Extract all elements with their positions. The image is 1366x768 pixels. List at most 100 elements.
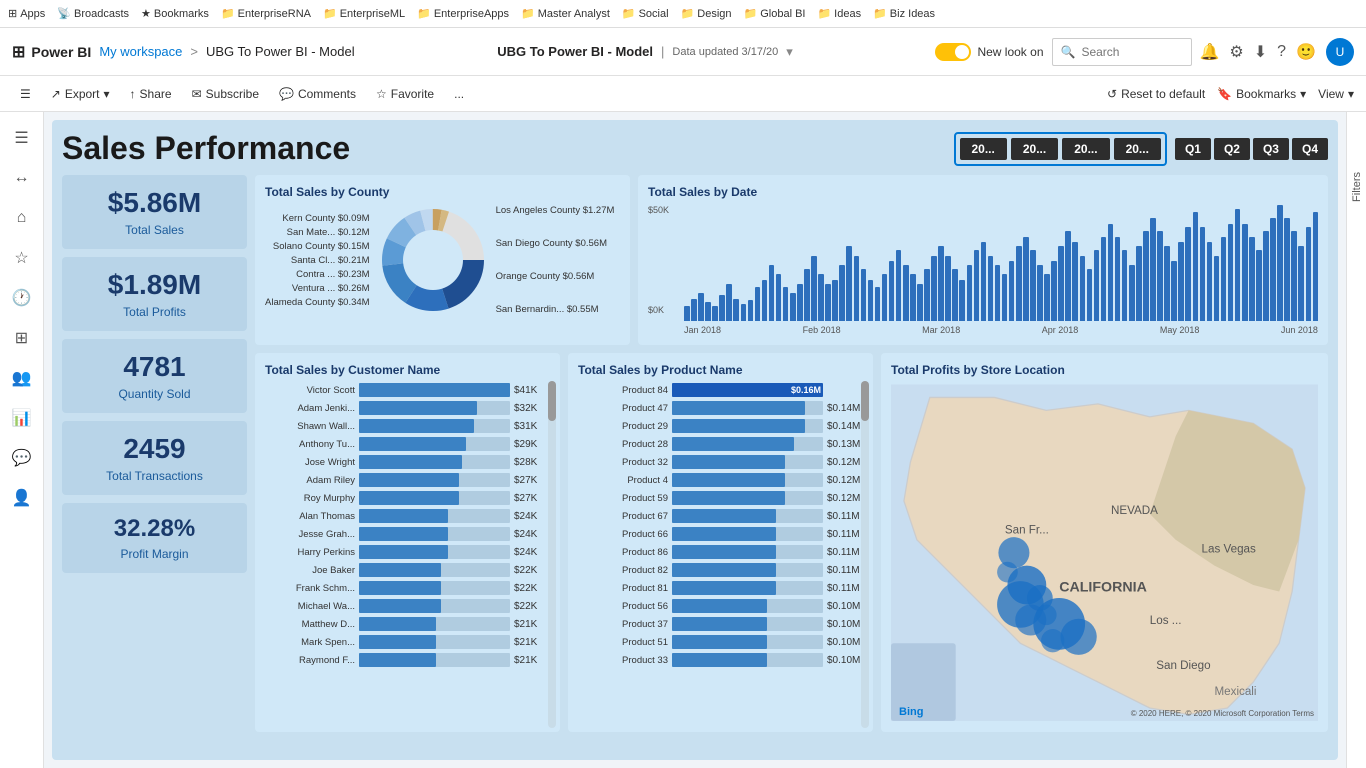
date-bar [1207, 242, 1213, 321]
folder-icon-2: 📁 [323, 7, 337, 20]
cust-bar-bg [359, 455, 510, 469]
search-icon: 🔍 [1061, 45, 1076, 59]
sidebar-home-icon[interactable]: ⌂ [4, 200, 40, 236]
comments-button[interactable]: 💬 Comments [271, 83, 364, 105]
sidebar-apps-icon[interactable]: ⊞ [4, 320, 40, 356]
notification-icon[interactable]: 🔔 [1200, 42, 1220, 62]
product-scrollbar-track[interactable] [861, 381, 869, 728]
total-transactions-card: 2459 Total Transactions [62, 421, 247, 495]
cust-name: Joe Baker [265, 565, 355, 576]
header-icons: 🔔 ⚙ ⬇ ? 🙂 U [1200, 38, 1355, 66]
search-box[interactable]: 🔍 [1052, 38, 1192, 66]
prod-value: $0.11M [827, 547, 863, 558]
sidebar-profile-icon[interactable]: 👤 [4, 480, 40, 516]
county-chart: Total Sales by County Kern County $0.09M… [255, 175, 630, 345]
search-input[interactable] [1081, 45, 1181, 59]
settings-icon[interactable]: ⚙ [1229, 42, 1243, 62]
bookmark-enterprisedna[interactable]: 📁 EnterpriseRNA [221, 7, 311, 20]
bookmark-bizideas-label: Biz Ideas [890, 8, 935, 20]
cust-name: Mark Spen... [265, 637, 355, 648]
customer-scrollbar-track[interactable] [548, 381, 556, 728]
bookmark-bookmarks[interactable]: ★ Bookmarks [141, 7, 209, 20]
list-item: Michael Wa... $22K [265, 599, 550, 613]
prod-value: $0.11M [827, 565, 863, 576]
filters-sidebar[interactable]: Filters [1346, 112, 1366, 768]
date-bar [1087, 269, 1093, 321]
dropdown-arrow-icon[interactable]: ▾ [786, 44, 793, 60]
county-rlabel-5 [496, 285, 615, 301]
subscribe-button[interactable]: ✉ Subscribe [184, 83, 267, 105]
cust-value: $24K [514, 547, 550, 558]
bookmark-apps[interactable]: ⊞ Apps [8, 7, 45, 20]
bookmark-globalbi[interactable]: 📁 Global BI [744, 7, 806, 20]
bookmark-bizideas[interactable]: 📁 Biz Ideas [873, 7, 935, 20]
date-bar [1270, 218, 1276, 321]
q3-btn[interactable]: Q3 [1253, 138, 1289, 160]
year-btn-3[interactable]: 20... [1062, 138, 1109, 160]
bookmark-enterprisedna-label: EnterpriseRNA [238, 8, 311, 20]
product-scrollbar-thumb[interactable] [861, 381, 869, 421]
svg-text:San Diego: San Diego [1156, 659, 1210, 672]
favorite-button[interactable]: ☆ Favorite [368, 83, 442, 105]
sidebar-metrics-icon[interactable]: 📊 [4, 400, 40, 436]
hamburger-button[interactable]: ☰ [12, 83, 39, 105]
prod-bar-bg [672, 437, 823, 451]
cust-name: Adam Riley [265, 475, 355, 486]
list-item: Harry Perkins $24K [265, 545, 550, 559]
favorite-icon: ☆ [376, 87, 387, 101]
sidebar-favorites-icon[interactable]: ☆ [4, 240, 40, 276]
sidebar-shared-icon[interactable]: 👥 [4, 360, 40, 396]
profit-margin-card: 32.28% Profit Margin [62, 503, 247, 573]
app-logo[interactable]: ⊞ Power BI [12, 42, 91, 62]
date-bar [1242, 224, 1248, 321]
prod-bar-fill [672, 473, 785, 487]
bookmark-social[interactable]: 📁 Social [622, 7, 669, 20]
cust-bar-bg [359, 653, 510, 667]
bookmark-masteranalyst[interactable]: 📁 Master Analyst [521, 7, 610, 20]
customer-scrollbar-thumb[interactable] [548, 381, 556, 421]
cust-bar-bg [359, 563, 510, 577]
bookmark-enterpriseml[interactable]: 📁 EnterpriseML [323, 7, 405, 20]
county-label-5: Ventura ... $0.26M [265, 283, 370, 294]
view-button[interactable]: View ▾ [1318, 87, 1354, 101]
sidebar-chat-icon[interactable]: 💬 [4, 440, 40, 476]
more-label: ... [454, 87, 464, 101]
bookmark-broadcasts[interactable]: 📡 Broadcasts [57, 7, 129, 20]
date-bar [938, 246, 944, 321]
x-label-4: May 2018 [1160, 325, 1200, 335]
bookmark-enterpriseapps[interactable]: 📁 EnterpriseApps [417, 7, 509, 20]
bookmark-masteranalyst-label: Master Analyst [538, 8, 610, 20]
share-button[interactable]: ↑ Share [122, 83, 180, 105]
avatar[interactable]: U [1326, 38, 1354, 66]
reset-button[interactable]: ↺ Reset to default [1107, 87, 1205, 101]
emoji-icon[interactable]: 🙂 [1296, 42, 1316, 62]
county-rlabel-0: Los Angeles County $1.27M [496, 205, 615, 216]
bookmark-social-label: Social [639, 8, 669, 20]
list-item: Product 86 $0.11M [578, 545, 863, 559]
download-icon[interactable]: ⬇ [1254, 42, 1267, 62]
sidebar-menu-icon[interactable]: ☰ [4, 120, 40, 156]
export-button[interactable]: ↗ Export ▾ [43, 83, 118, 105]
filters-label[interactable]: Filters [1351, 172, 1363, 202]
more-button[interactable]: ... [446, 83, 472, 105]
year-btn-4[interactable]: 20... [1114, 138, 1161, 160]
cust-value: $24K [514, 529, 550, 540]
bookmark-design[interactable]: 📁 Design [681, 7, 732, 20]
sidebar-recent-icon[interactable]: 🕐 [4, 280, 40, 316]
date-bar [846, 246, 852, 321]
view-chevron: ▾ [1348, 87, 1354, 101]
q4-btn[interactable]: Q4 [1292, 138, 1328, 160]
q2-btn[interactable]: Q2 [1214, 138, 1250, 160]
year-btn-2[interactable]: 20... [1011, 138, 1058, 160]
prod-bar-fill [672, 545, 776, 559]
q1-btn[interactable]: Q1 [1175, 138, 1211, 160]
sidebar-nav-icon[interactable]: ↔ [4, 160, 40, 196]
bookmark-ideas[interactable]: 📁 Ideas [817, 7, 861, 20]
new-look-toggle[interactable] [935, 43, 971, 61]
bookmarks-toolbar-button[interactable]: 🔖 Bookmarks ▾ [1217, 87, 1306, 101]
date-bar [691, 299, 697, 321]
workspace-link[interactable]: My workspace [99, 44, 182, 59]
help-icon[interactable]: ? [1277, 43, 1286, 61]
year-btn-1[interactable]: 20... [960, 138, 1007, 160]
prod-name: Product 28 [578, 439, 668, 450]
